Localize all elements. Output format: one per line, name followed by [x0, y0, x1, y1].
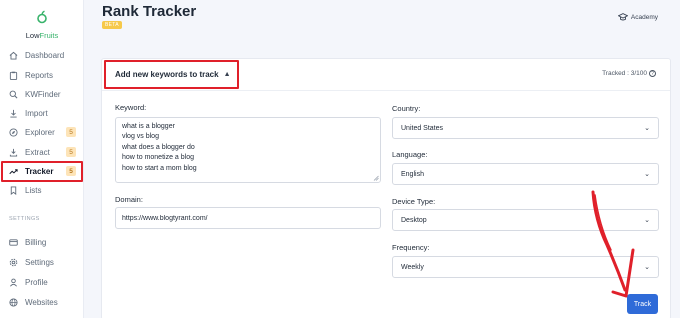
keyword-label: Keyword: [115, 103, 147, 112]
resize-handle-icon[interactable] [373, 175, 379, 181]
annotation-arrow [591, 190, 635, 298]
sidebar-item-billing[interactable]: Billing [0, 233, 82, 252]
sidebar-item-label: Lists [25, 186, 42, 195]
frequency-label: Frequency: [392, 243, 430, 252]
sidebar-item-settings[interactable]: Settings [0, 253, 82, 272]
sidebar-item-label: Dashboard [25, 51, 65, 60]
settings-section-label: SETTINGS [9, 216, 40, 222]
compass-icon [9, 128, 18, 137]
language-label: Language: [392, 150, 428, 159]
logo[interactable]: LowFruits [0, 10, 84, 40]
count-badge: 5 [66, 147, 76, 157]
sidebar-item-label: Import [25, 109, 48, 118]
country-label: Country: [392, 104, 421, 113]
graduation-cap-icon [617, 13, 628, 21]
sidebar-item-label: Profile [25, 278, 48, 287]
user-icon [9, 278, 18, 287]
language-select[interactable]: English ⌄ [392, 163, 659, 185]
sidebar-item-kwfinder[interactable]: KWFinder [0, 85, 82, 104]
card-header: Add new keywords to track ▲ Tracked : 3/… [102, 59, 670, 91]
frequency-value: Weekly [401, 263, 424, 271]
device-type-value: Desktop [401, 216, 427, 224]
search-icon [9, 90, 18, 99]
beta-badge: BETA [102, 21, 122, 29]
sidebar-item-label: Settings [25, 258, 54, 267]
sidebar-item-reports[interactable]: Reports [0, 66, 82, 85]
card-icon [9, 238, 18, 247]
sidebar-item-lists[interactable]: Lists [0, 181, 82, 200]
sidebar-item-extract[interactable]: Extract 5 [0, 143, 82, 162]
add-keywords-toggle[interactable]: Add new keywords to track ▲ [104, 60, 239, 89]
domain-input[interactable] [115, 207, 381, 229]
sidebar-item-dashboard[interactable]: Dashboard [0, 46, 82, 65]
globe-icon [9, 298, 18, 307]
sidebar-item-label: KWFinder [25, 90, 61, 99]
keyword-textarea[interactable]: what is a blogger vlog vs blog what does… [115, 117, 381, 183]
chevron-down-icon: ⌄ [644, 171, 650, 178]
sidebar-item-explorer[interactable]: Explorer 5 [0, 123, 82, 142]
sidebar-item-import[interactable]: Import [0, 104, 82, 123]
tracked-count-text: Tracked : 3/100 [602, 70, 647, 77]
tracked-count: Tracked : 3/100 ? [602, 70, 656, 77]
sidebar-item-websites[interactable]: Websites [0, 293, 82, 312]
sidebar-item-label: Websites [25, 298, 58, 307]
academy-link[interactable]: Academy [617, 12, 658, 22]
count-badge: 5 [66, 127, 76, 137]
page-title: Rank Tracker [102, 3, 197, 20]
sidebar-item-label: Explorer [25, 128, 55, 137]
country-value: United States [401, 124, 444, 132]
download-icon [9, 109, 18, 118]
sidebar: LowFruits Dashboard Reports KWFinder Imp… [0, 0, 84, 318]
country-select[interactable]: United States ⌄ [392, 117, 659, 139]
brand-name: LowFruits [25, 31, 59, 40]
help-icon[interactable]: ? [649, 70, 656, 77]
bookmark-icon [9, 186, 18, 195]
add-keywords-label: Add new keywords to track [115, 70, 219, 79]
gear-icon [9, 258, 18, 267]
chevron-down-icon: ⌄ [644, 264, 650, 271]
clipboard-icon [9, 71, 18, 80]
home-icon [9, 51, 18, 60]
extract-icon [9, 148, 18, 157]
academy-label: Academy [630, 13, 658, 21]
chevron-down-icon: ⌄ [644, 217, 650, 224]
sidebar-item-label: Billing [25, 238, 47, 247]
domain-label: Domain: [115, 195, 143, 204]
chevron-down-icon: ⌄ [644, 125, 650, 132]
lowfruits-logo-icon [37, 10, 47, 24]
language-value: English [401, 170, 424, 178]
sidebar-item-label: Reports [25, 71, 54, 80]
device-type-label: Device Type: [392, 197, 436, 206]
tracker-highlight-box [1, 161, 83, 182]
sidebar-item-profile[interactable]: Profile [0, 273, 82, 292]
chevron-up-icon: ▲ [223, 71, 231, 78]
sidebar-item-label: Extract [25, 148, 50, 157]
